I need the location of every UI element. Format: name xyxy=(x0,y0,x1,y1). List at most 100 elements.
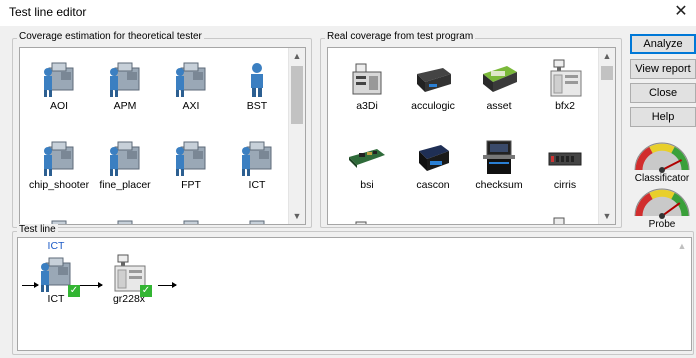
real-item[interactable]: bfx2 xyxy=(532,54,598,120)
gauge-dial-icon xyxy=(634,188,690,219)
item-label: acculogic xyxy=(411,100,455,112)
real-item[interactable] xyxy=(466,212,532,225)
real-item[interactable] xyxy=(400,212,466,225)
test-line-canvas[interactable]: ICT ICT ✓ gr228x ✓ ▲ xyxy=(17,237,692,351)
scroll-up-icon[interactable]: ▲ xyxy=(674,238,690,254)
item-label: bsi xyxy=(360,179,374,191)
node-top-label xyxy=(102,240,156,253)
green-box-icon xyxy=(479,216,519,225)
tester-rack-icon xyxy=(355,221,367,224)
white-cabinet-icon xyxy=(550,59,582,97)
real-coverage-label: Real coverage from test program xyxy=(325,31,476,42)
title-bar: Test line editor ✕ xyxy=(0,0,696,26)
machine-operator-icon xyxy=(117,220,133,224)
close-button[interactable]: Close xyxy=(630,83,696,103)
rack-unit-icon xyxy=(548,152,582,166)
item-label: chip_shooter xyxy=(28,179,90,191)
item-label: cirris xyxy=(553,179,577,191)
scroll-up-icon[interactable]: ▲ xyxy=(599,48,615,64)
scroll-thumb[interactable] xyxy=(601,66,613,80)
coverage-item[interactable]: BST xyxy=(224,54,290,120)
test-line-group: Test line ICT ICT ✓ gr228x ✓ ▲ xyxy=(12,224,694,355)
real-item[interactable] xyxy=(532,212,598,224)
coverage-item[interactable] xyxy=(92,212,158,224)
probe-gauge: Probe xyxy=(628,178,696,230)
item-label: cascon xyxy=(416,179,450,191)
item-label: AXI xyxy=(182,100,200,112)
flow-arrow xyxy=(80,282,103,288)
analyze-button[interactable]: Analyze xyxy=(630,34,696,54)
green-box-icon xyxy=(483,66,517,92)
coverage-list-scrollbar[interactable]: ▲ ▼ xyxy=(288,48,305,224)
test-line-scrollbar[interactable]: ▲ xyxy=(674,238,691,350)
machine-operator-icon xyxy=(110,141,140,176)
coverage-estimation-group: Coverage estimation for theoretical test… xyxy=(12,31,312,228)
item-label: asset xyxy=(486,100,512,112)
real-item[interactable]: cirris xyxy=(532,133,598,199)
item-label: checksum xyxy=(475,179,523,191)
real-item[interactable]: asset xyxy=(466,54,532,120)
item-label: a3Di xyxy=(356,100,378,112)
scroll-thumb[interactable] xyxy=(291,66,303,124)
checkmark-icon: ✓ xyxy=(68,285,80,297)
coverage-item[interactable] xyxy=(158,212,224,224)
theoretical-tester-list[interactable]: AOI APM AXI BST chip_shooter fine_placer FPT IC… xyxy=(19,47,306,225)
real-list-scrollbar[interactable]: ▲ ▼ xyxy=(598,48,615,224)
flow-arrow xyxy=(158,282,177,288)
test-program-list[interactable]: a3Di acculogic asset bfx2 bsi cascon checksum c… xyxy=(327,47,616,225)
operator-icon xyxy=(251,63,263,97)
test-line-node-gr228x[interactable]: gr228x ✓ xyxy=(102,240,156,305)
node-top-label: ICT xyxy=(47,240,65,252)
close-icon[interactable]: ✕ xyxy=(670,1,692,23)
item-label: fine_placer xyxy=(99,179,151,191)
item-label: bfx2 xyxy=(555,100,575,112)
coverage-item[interactable]: FPT xyxy=(158,133,224,199)
coverage-estimation-label: Coverage estimation for theoretical test… xyxy=(17,31,204,42)
machine-operator-icon xyxy=(242,141,272,176)
real-coverage-group: Real coverage from test program a3Di accu… xyxy=(320,31,622,228)
coverage-item[interactable]: AXI xyxy=(158,54,224,120)
gauge-label: Probe xyxy=(648,219,676,230)
coverage-item[interactable]: APM xyxy=(92,54,158,120)
machine-operator-icon xyxy=(183,220,199,224)
scroll-down-icon[interactable]: ▼ xyxy=(289,208,305,224)
machine-operator-icon xyxy=(249,220,265,224)
scroll-down-icon[interactable]: ▼ xyxy=(599,208,615,224)
machine-operator-icon xyxy=(44,141,74,176)
real-item[interactable]: bsi xyxy=(334,133,400,199)
checkmark-icon: ✓ xyxy=(140,285,152,297)
coverage-item[interactable]: AOI xyxy=(26,54,92,120)
black-box-icon xyxy=(413,216,453,225)
real-item[interactable] xyxy=(334,212,400,224)
blue-box-icon xyxy=(419,145,449,171)
test-line-node-ict[interactable]: ICT ICT ✓ xyxy=(34,240,80,305)
view-report-button[interactable]: View report xyxy=(630,59,696,79)
real-item[interactable]: checksum xyxy=(466,133,532,199)
item-label: AOI xyxy=(49,100,69,112)
coverage-item[interactable]: chip_shooter xyxy=(26,133,92,199)
real-item[interactable]: cascon xyxy=(400,133,466,199)
item-label: BST xyxy=(246,100,268,112)
item-label: FPT xyxy=(181,179,201,191)
machine-operator-icon xyxy=(176,141,206,176)
black-box-icon xyxy=(417,68,451,92)
window-title: Test line editor xyxy=(9,5,87,19)
machine-operator-icon xyxy=(44,62,74,97)
coverage-item[interactable]: fine_placer xyxy=(92,133,158,199)
help-button[interactable]: Help xyxy=(630,107,696,127)
machine-operator-icon xyxy=(176,62,206,97)
real-item[interactable]: a3Di xyxy=(334,54,400,120)
gauge-dial-icon xyxy=(634,142,690,173)
machine-operator-icon xyxy=(110,62,140,97)
classificator-gauge: Classificator xyxy=(628,132,696,184)
item-label: ICT xyxy=(248,179,266,191)
coverage-item[interactable]: ICT xyxy=(224,133,290,199)
scroll-up-icon[interactable]: ▲ xyxy=(289,48,305,64)
workstation-icon xyxy=(483,140,515,174)
coverage-item[interactable] xyxy=(224,212,290,224)
circuit-board-icon xyxy=(349,149,385,168)
real-item[interactable]: acculogic xyxy=(400,54,466,120)
test-line-label: Test line xyxy=(17,224,58,235)
item-label: APM xyxy=(113,100,137,112)
white-cabinet-icon xyxy=(553,217,565,224)
